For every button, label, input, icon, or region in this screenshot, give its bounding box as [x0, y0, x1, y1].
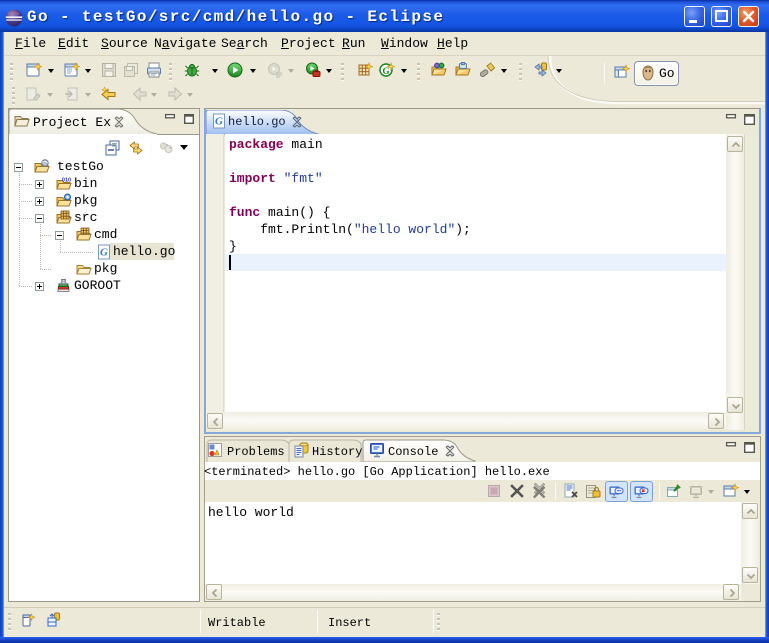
svg-text:010: 010 — [62, 178, 71, 184]
svg-text:G: G — [215, 116, 223, 128]
svg-text:G: G — [382, 66, 389, 76]
svg-text:G: G — [100, 247, 108, 259]
